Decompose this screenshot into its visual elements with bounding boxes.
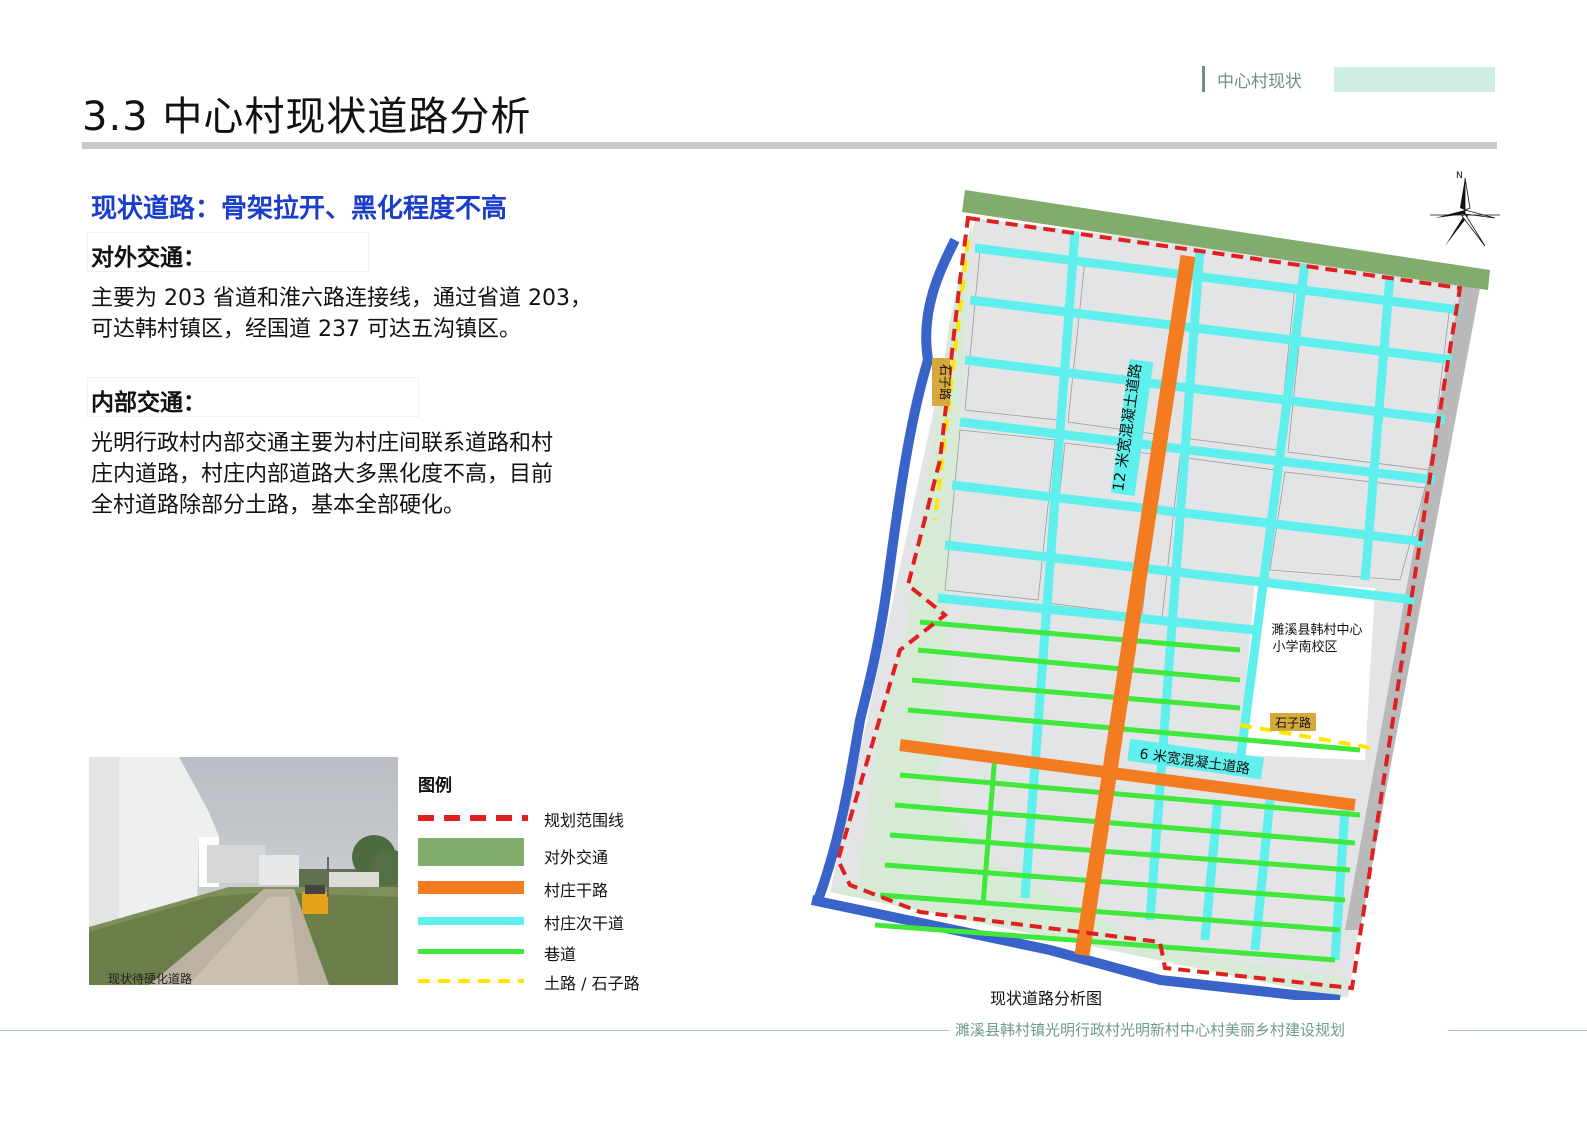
section-tag: 中心村现状 xyxy=(1202,66,1302,92)
legend-label: 村庄次干道 xyxy=(544,914,625,933)
footer-line xyxy=(1448,1030,1587,1031)
green-line-icon xyxy=(418,949,524,954)
legend-label: 规划范围线 xyxy=(544,811,625,830)
page-title: 3.3 中心村现状道路分析 xyxy=(82,94,532,140)
legend-item-village-main-road: 村庄干路 xyxy=(418,876,678,904)
external-traffic-heading: 对外交通： xyxy=(87,232,369,272)
internal-traffic-heading: 内部交通： xyxy=(87,377,419,417)
internal-text-line-1: 光明行政村内部交通主要为村庄间联系道路和村 xyxy=(91,431,554,456)
map-caption: 现状道路分析图 xyxy=(990,989,1103,1008)
legend-item-alley: 巷道 xyxy=(418,940,678,968)
subtitle: 现状道路：骨架拉开、黑化程度不高 xyxy=(91,194,508,224)
legend-label: 村庄干路 xyxy=(544,881,609,900)
school-label: 濉溪县韩村中心 xyxy=(1271,623,1362,638)
section-tag-bar xyxy=(1202,66,1205,92)
label-stone-road: 石子路 xyxy=(1270,713,1316,731)
yellow-dashed-line-icon xyxy=(418,979,524,983)
legend-item-planning-boundary: 规划范围线 xyxy=(418,806,678,834)
external-traffic-text: 主要为 203 省道和淮六路连接线，通过省道 203， 可达韩村镇区，经国道 2… xyxy=(91,283,592,345)
stone-road-label-vertical: 石子路 xyxy=(938,364,953,400)
orange-line-icon xyxy=(418,881,524,894)
legend-label: 对外交通 xyxy=(544,848,609,867)
legend-label: 土路 / 石子路 xyxy=(544,974,640,993)
legend-item-dirt-stone-road: 土路 / 石子路 xyxy=(418,969,678,997)
photo-caption: 现状待硬化道路 xyxy=(108,972,193,986)
external-text-line-2: 可达韩村镇区，经国道 237 可达五沟镇区。 xyxy=(91,317,521,342)
footer-line xyxy=(0,1030,950,1031)
title-divider xyxy=(82,142,1497,149)
internal-text-line-3: 全村道路除部分土路，基本全部硬化。 xyxy=(91,493,466,518)
internal-traffic-text: 光明行政村内部交通主要为村庄间联系道路和村 庄内道路，村庄内部道路大多黑化度不高… xyxy=(91,428,553,521)
stone-road-label: 石子路 xyxy=(1275,715,1311,730)
green-block-icon xyxy=(418,838,524,866)
road-analysis-map: 12 米宽混凝土道路 6 米宽混凝土道路 濉溪县韩村中心 小学南校区 石子路 石… xyxy=(800,160,1500,1005)
dashed-line-icon xyxy=(418,815,528,821)
internal-text-line-2: 庄内道路，村庄内部道路大多黑化度不高，目前 xyxy=(91,462,554,487)
external-text-line-1: 主要为 203 省道和淮六路连接线，通过省道 203， xyxy=(91,286,592,311)
heading-box xyxy=(87,232,369,272)
heading-box xyxy=(87,377,419,417)
section-tag-block xyxy=(1334,67,1495,92)
legend-item-village-secondary-road: 村庄次干道 xyxy=(418,909,678,937)
legend-label: 巷道 xyxy=(544,945,577,964)
road-photo xyxy=(89,757,398,985)
legend-title: 图例 xyxy=(418,776,452,796)
footer-text: 濉溪县韩村镇光明行政村光明新村中心村美丽乡村建设规划 xyxy=(955,1021,1346,1039)
legend-item-external-traffic: 对外交通 xyxy=(418,838,678,867)
map-canvas: 12 米宽混凝土道路 6 米宽混凝土道路 濉溪县韩村中心 小学南校区 石子路 石… xyxy=(810,190,1490,1005)
cyan-line-icon xyxy=(418,917,524,925)
school-label-2: 小学南校区 xyxy=(1272,639,1337,655)
label-stone-road-vertical: 石子路 xyxy=(932,358,953,406)
section-tag-label: 中心村现状 xyxy=(1217,71,1302,92)
